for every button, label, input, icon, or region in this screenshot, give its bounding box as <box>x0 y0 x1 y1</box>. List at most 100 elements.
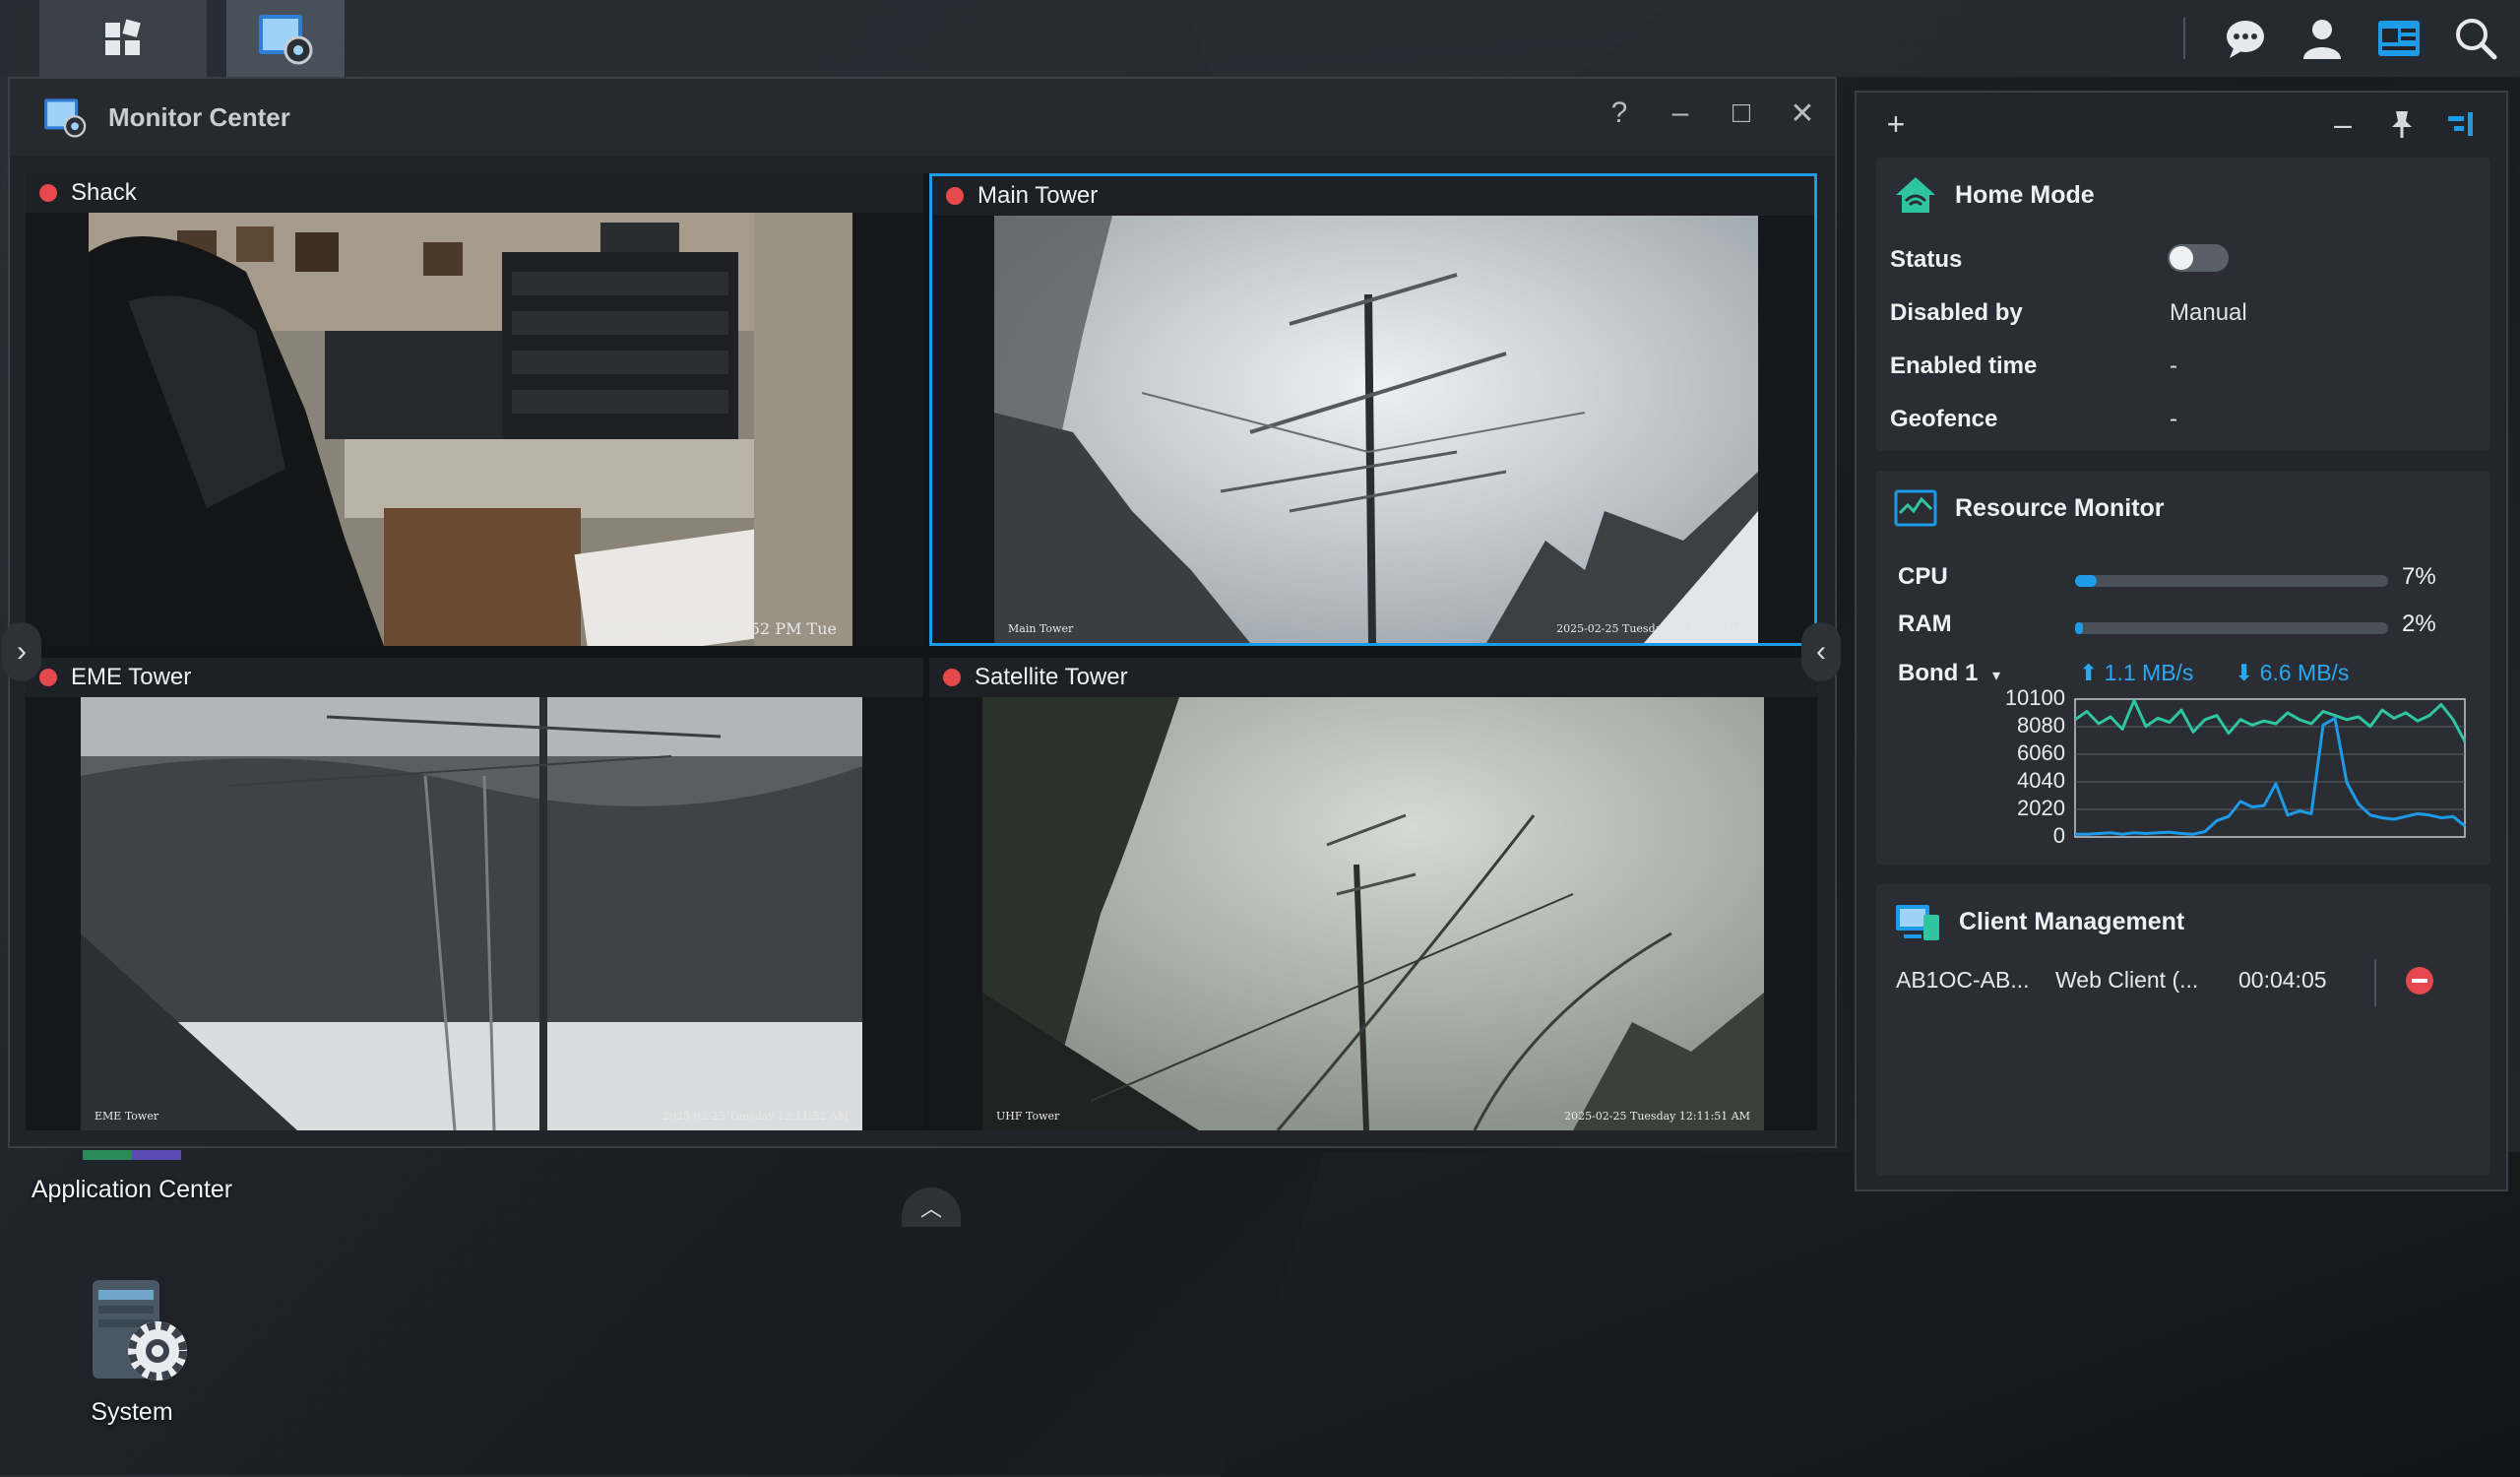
application-center-icon <box>83 1150 181 1160</box>
download-arrow-icon: ⬇ <box>2235 660 2254 685</box>
collapse-panel-button[interactable]: ‹ <box>1801 622 1841 681</box>
chat-icon[interactable] <box>2219 12 2272 65</box>
minimize-button[interactable]: – <box>1664 96 1697 130</box>
camera-image <box>81 697 862 1130</box>
row-value: Manual <box>2170 299 2247 326</box>
widget-title: Client Management <box>1959 907 2185 935</box>
cpu-label: CPU <box>1898 563 1948 590</box>
toggle-knob <box>2170 246 2193 270</box>
ram-row: RAM <box>1898 610 1952 638</box>
camera-tile-main-tower[interactable]: Main Tower Main Tower 2025-02-25 Tuesday… <box>929 173 1817 646</box>
user-icon[interactable] <box>2296 12 2349 65</box>
client-divider <box>2374 959 2376 1006</box>
camera-name: EME Tower <box>71 664 192 690</box>
monitor-center-icon <box>259 15 313 65</box>
chart-y-tick-label: 6060 <box>2017 740 2065 765</box>
cpu-percent: 7% <box>2402 563 2436 590</box>
camera-image <box>982 697 1764 1130</box>
ram-label: RAM <box>1898 610 1952 637</box>
desktop-icon-application-center[interactable]: Application Center <box>24 1150 240 1204</box>
minus-icon <box>2412 979 2427 983</box>
camera-tile-satellite-tower[interactable]: Satellite Tower UHF Tower 2025-02-25 Tue… <box>929 658 1817 1130</box>
ram-bar <box>2075 622 2388 634</box>
camera-timestamp: 2025-02-25 Tuesday 12:11:51 AM <box>1564 1110 1750 1123</box>
camera-header: Shack <box>26 173 923 213</box>
camera-overlay-label: Main Tower <box>1008 622 1074 635</box>
camera-image <box>994 216 1758 643</box>
camera-name: Shack <box>71 179 137 206</box>
client-type: Web Client (... <box>2055 967 2199 993</box>
monitor-center-taskbar-button[interactable] <box>226 0 345 77</box>
kick-client-button[interactable] <box>2406 967 2433 995</box>
camera-overlay-label: UHF Tower <box>996 1110 1060 1123</box>
search-icon[interactable] <box>2449 12 2502 65</box>
camera-name: Satellite Tower <box>975 664 1128 690</box>
camera-feed: 2025-02-25 12:11:52 PM Tue <box>89 213 852 646</box>
chevron-up-icon: ︿ <box>919 1196 942 1221</box>
widget-title: Home Mode <box>1955 180 2095 209</box>
home-mode-widget: Home Mode Status Disabled by Manual Enab… <box>1876 158 2490 451</box>
client-management-widget: Client Management AB1OC-AB... Web Client… <box>1876 884 2490 1176</box>
panel-toolbar: + – <box>1857 93 2506 158</box>
ram-percent: 2% <box>2402 610 2436 637</box>
row-value: - <box>2170 406 2177 432</box>
camera-tile-shack[interactable]: Shack 2025-02-25 12:11:52 PM Tue <box>26 173 923 646</box>
row-label: Enabled time <box>1890 353 2038 379</box>
camera-feed: EME Tower 2025-02-25 Tuesday 12:11:52 AM <box>81 697 862 1130</box>
help-button[interactable]: ? <box>1603 96 1636 130</box>
home-mode-toggle[interactable] <box>2168 244 2229 272</box>
recording-dot-icon <box>946 187 964 205</box>
recording-dot-icon <box>39 669 57 686</box>
upload-rate: ⬆ 1.1 MB/s <box>2079 660 2193 686</box>
camera-grid: Shack 2025-02-25 12:11:52 PM Tue Main To… <box>26 173 1817 1130</box>
close-button[interactable]: ✕ <box>1786 96 1819 130</box>
cpu-row: CPU <box>1898 563 1948 591</box>
resource-monitor-widget: Resource Monitor CPU 7% RAM 2% Bond 1 ▾ … <box>1876 471 2490 865</box>
desktop-icon-label: Application Center <box>31 1176 233 1203</box>
desktop-shard <box>1221 1152 2520 1477</box>
add-widget-icon[interactable]: + <box>1878 106 1914 142</box>
panel-layout-icon[interactable] <box>2443 106 2479 142</box>
previous-page-button[interactable]: › <box>2 622 41 681</box>
cpu-bar-fill <box>2075 575 2098 587</box>
chart-y-tick-label: 8080 <box>2017 713 2065 738</box>
chevron-right-icon: › <box>17 635 27 668</box>
client-duration: 00:04:05 <box>2238 967 2327 993</box>
upload-arrow-icon: ⬆ <box>2079 660 2099 685</box>
desktop-icon-system[interactable]: System <box>24 1276 240 1427</box>
camera-timestamp: 2025-02-25 Tuesday 12:11:48 AM <box>1556 622 1742 635</box>
network-selector[interactable]: Bond 1 ▾ <box>1898 660 2000 687</box>
row-label: Status <box>1890 246 1963 273</box>
chart-y-tick-label: 2020 <box>2017 796 2065 820</box>
taskbar <box>0 0 2520 77</box>
main-menu-icon <box>105 19 141 55</box>
camera-timestamp: 2025-02-25 12:11:52 PM Tue <box>603 619 837 638</box>
resource-monitor-icon <box>1894 489 1937 527</box>
widgets-icon[interactable] <box>2372 12 2426 65</box>
camera-tile-eme-tower[interactable]: EME Tower EME Tower 2025-02-25 Tuesday 1… <box>26 658 923 1130</box>
desktop-icon-label: System <box>91 1398 173 1426</box>
chart-y-tick-label: 10100 <box>2004 685 2065 710</box>
window-titlebar[interactable]: Monitor Center ? – □ ✕ <box>10 79 1835 156</box>
upload-value: 1.1 MB/s <box>2104 660 2194 685</box>
camera-header: Main Tower <box>932 176 1814 216</box>
ram-bar-fill <box>2075 622 2083 634</box>
geofence-row: Geofence - <box>1890 406 2177 433</box>
status-row: Status <box>1890 244 2229 274</box>
chart-y-tick-label: 0 <box>2052 823 2065 848</box>
network-label: Bond 1 <box>1898 660 1979 686</box>
widget-title: Resource Monitor <box>1955 493 2165 522</box>
camera-feed: Main Tower 2025-02-25 Tuesday 12:11:48 A… <box>994 216 1758 643</box>
camera-name: Main Tower <box>977 182 1099 209</box>
expand-toolbar-button[interactable]: ︿ <box>902 1188 961 1227</box>
pin-icon[interactable] <box>2384 106 2420 142</box>
maximize-button[interactable]: □ <box>1725 96 1758 130</box>
enabled-time-row: Enabled time - <box>1890 353 2177 380</box>
recording-dot-icon <box>39 184 57 202</box>
monitor-center-window: Monitor Center ? – □ ✕ Shack 2025-02-25 … <box>2 77 1841 1227</box>
main-menu-button[interactable] <box>39 0 207 77</box>
camera-header: Satellite Tower <box>929 658 1817 697</box>
camera-feed: UHF Tower 2025-02-25 Tuesday 12:11:51 AM <box>982 697 1764 1130</box>
minimize-panel-icon[interactable]: – <box>2325 106 2361 142</box>
disabled-by-row: Disabled by Manual <box>1890 299 2247 327</box>
